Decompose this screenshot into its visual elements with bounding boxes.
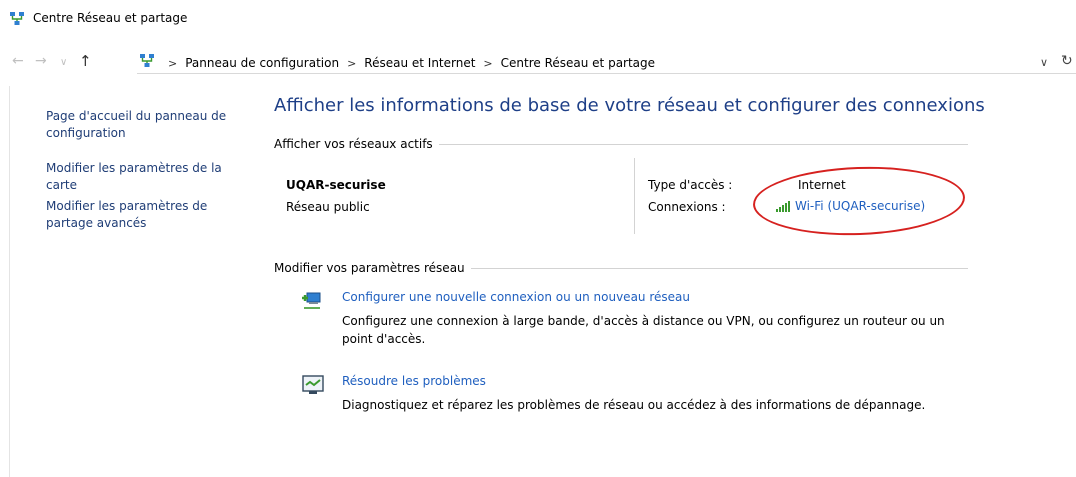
sidebar-item-advanced-sharing-settings[interactable]: Modifier les paramètres de partage avanc… [46,198,246,232]
chevron-right-icon[interactable]: > [347,57,356,70]
sidebar-item-adapter-settings[interactable]: Modifier les paramètres de la carte [46,160,246,194]
vertical-divider [634,158,635,234]
network-profile: Réseau public [286,200,370,214]
setup-new-connection-link[interactable]: Configurer une nouvelle connexion ou un … [342,290,690,304]
active-networks-heading: Afficher vos réseaux actifs [274,137,439,151]
breadcrumb-network-internet[interactable]: Réseau et Internet [364,56,475,70]
wifi-connection-label: Wi-Fi (UQAR-securise) [795,199,926,213]
network-settings-heading: Modifier vos paramètres réseau [274,261,471,275]
page-title: Afficher les informations de base de vot… [274,95,985,116]
window-title: Centre Réseau et partage [33,11,188,25]
breadcrumb: > Panneau de configuration > Réseau et I… [160,56,655,70]
access-type-label: Type d'accès : [648,178,733,192]
chevron-right-icon[interactable]: > [483,57,492,70]
refresh-icon[interactable]: ↻ [1061,53,1073,69]
troubleshoot-icon [302,375,324,394]
task-sidebar: Page d'accueil du panneau de configurati… [46,108,246,250]
troubleshoot-description: Diagnostiquez et réparez les problèmes d… [342,398,926,412]
network-center-icon [10,12,24,25]
breadcrumb-control-panel[interactable]: Panneau de configuration [185,56,339,70]
connections-label: Connexions : [648,200,726,214]
access-type-value: Internet [798,178,846,192]
address-bar: ← → ∨ ↑ > Panneau de configuration > Rés… [0,48,1076,78]
address-dropdown-chevron-icon[interactable]: ∨ [1040,56,1048,69]
recent-locations-chevron-icon[interactable]: ∨ [60,57,67,68]
window-left-border [9,86,10,477]
wifi-connection-link[interactable]: Wi-Fi (UQAR-securise) [776,199,925,213]
back-arrow-icon[interactable]: ← [12,53,24,69]
wifi-signal-icon [776,200,790,212]
chevron-right-icon[interactable]: > [168,57,177,70]
forward-arrow-icon[interactable]: → [35,53,47,69]
setup-new-connection-description: Configurez une connexion à large bande, … [342,314,945,346]
up-arrow-icon[interactable]: ↑ [79,52,92,70]
sidebar-item-control-panel-home[interactable]: Page d'accueil du panneau de configurati… [46,108,246,142]
new-connection-icon [302,292,321,309]
breadcrumb-network-sharing-center[interactable]: Centre Réseau et partage [501,56,655,70]
troubleshoot-link[interactable]: Résoudre les problèmes [342,374,486,388]
control-panel-network-icon [140,54,154,67]
network-name: UQAR-securise [286,178,386,192]
title-bar: Centre Réseau et partage [0,0,1076,34]
